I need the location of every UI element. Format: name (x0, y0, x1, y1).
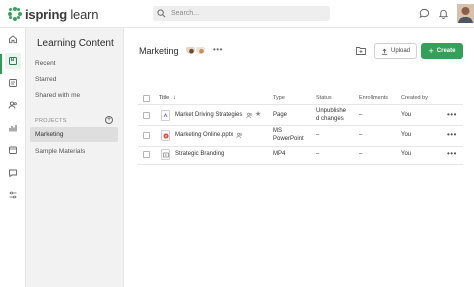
logo-text: ispring learn (25, 6, 99, 22)
search-input[interactable]: Search... (153, 6, 330, 21)
row-created-by: You (401, 151, 412, 157)
row-status: – (316, 151, 320, 157)
row-checkbox[interactable] (143, 112, 150, 119)
row-type-line2: PowerPoint (273, 136, 304, 142)
rail-home[interactable] (5, 31, 21, 47)
row-more-icon[interactable]: ••• (447, 149, 457, 158)
row-enrollments: – (359, 132, 363, 138)
rail-active-indicator (0, 54, 2, 74)
column-enrollments[interactable]: Enrollments (359, 95, 388, 101)
project-marketing[interactable]: Marketing (35, 131, 64, 138)
row-divider (138, 146, 463, 147)
page-icon (161, 110, 170, 121)
row-title[interactable]: Market Driving Strategies (175, 112, 242, 120)
row-created-by: You (401, 132, 412, 138)
shared-users-icon (236, 132, 243, 139)
upload-label: Upload (390, 48, 410, 54)
select-all-checkbox[interactable] (143, 95, 150, 102)
row-divider (138, 164, 463, 165)
rail-courses[interactable] (5, 75, 21, 91)
users-icon (8, 101, 17, 109)
row-status: – (316, 132, 320, 138)
star-icon[interactable]: ★ (255, 110, 261, 118)
nav-recent[interactable]: Recent (35, 60, 56, 67)
bell-icon[interactable] (438, 8, 449, 19)
column-title[interactable]: Title ↓ (159, 95, 176, 101)
row-more-icon[interactable]: ••• (447, 110, 457, 119)
new-folder-icon[interactable] (356, 46, 366, 55)
top-bar: ispring learn Search... (0, 0, 474, 28)
user-avatar[interactable] (457, 4, 474, 23)
sort-down-icon: ↓ (172, 95, 176, 101)
rail-library[interactable] (5, 53, 21, 69)
row-created-by: You (401, 112, 412, 118)
rail-reports[interactable] (5, 120, 21, 136)
column-created-by[interactable]: Created by (401, 95, 428, 101)
calendar-icon (9, 146, 17, 154)
rail-settings[interactable] (5, 187, 21, 203)
upload-button[interactable]: Upload (374, 43, 417, 59)
search-icon (157, 9, 166, 18)
logo-icon (8, 7, 22, 21)
row-status-line2: d changes (316, 116, 344, 122)
column-status[interactable]: Status (316, 95, 332, 101)
powerpoint-icon: P (161, 130, 170, 141)
settings-icon (9, 191, 17, 199)
page-title: Marketing (139, 46, 179, 56)
rail-calendar[interactable] (5, 142, 21, 158)
row-type: Page (273, 112, 288, 118)
row-divider (138, 125, 463, 126)
add-project-icon[interactable]: + (105, 116, 113, 124)
video-icon (161, 149, 170, 160)
plus-icon: + (428, 46, 434, 56)
panel-title: Learning Content (37, 38, 114, 49)
logo[interactable]: ispring learn (8, 6, 98, 22)
library-panel: Learning Content Recent Starred Shared w… (26, 28, 124, 287)
nav-starred[interactable]: Starred (35, 76, 56, 83)
chat-icon[interactable] (419, 8, 430, 19)
row-enrollments: – (359, 112, 363, 118)
rail-users[interactable] (5, 97, 21, 113)
member-avatar[interactable] (195, 44, 206, 55)
messages-icon (9, 169, 17, 178)
left-rail (0, 28, 26, 287)
row-more-icon[interactable]: ••• (447, 130, 457, 139)
home-icon (9, 35, 17, 44)
row-enrollments: – (359, 151, 363, 157)
row-checkbox[interactable] (143, 132, 150, 139)
projects-heading: PROJECTS (35, 118, 67, 124)
row-title[interactable]: Marketing Online.pptx (175, 132, 233, 140)
row-type-line1: MS (273, 128, 282, 134)
more-options-icon[interactable]: ••• (213, 45, 223, 54)
library-icon (9, 57, 17, 65)
create-button[interactable]: + Create (421, 43, 463, 59)
shared-users-icon (246, 112, 253, 119)
upload-icon (381, 48, 388, 55)
project-sample-materials[interactable]: Sample Materials (35, 148, 85, 155)
rail-messages[interactable] (5, 165, 21, 181)
row-status-line1: Unpublishe (316, 108, 347, 114)
row-type: MP4 (273, 151, 286, 157)
nav-shared[interactable]: Shared with me (35, 92, 80, 99)
reports-icon (9, 125, 17, 132)
create-label: Create (436, 48, 456, 54)
row-title[interactable]: Strategic Branding (175, 151, 224, 159)
header-divider (138, 104, 463, 105)
column-type[interactable]: Type (273, 95, 285, 101)
search-placeholder: Search... (171, 10, 200, 17)
courses-icon (9, 79, 17, 87)
row-checkbox[interactable] (143, 151, 150, 158)
